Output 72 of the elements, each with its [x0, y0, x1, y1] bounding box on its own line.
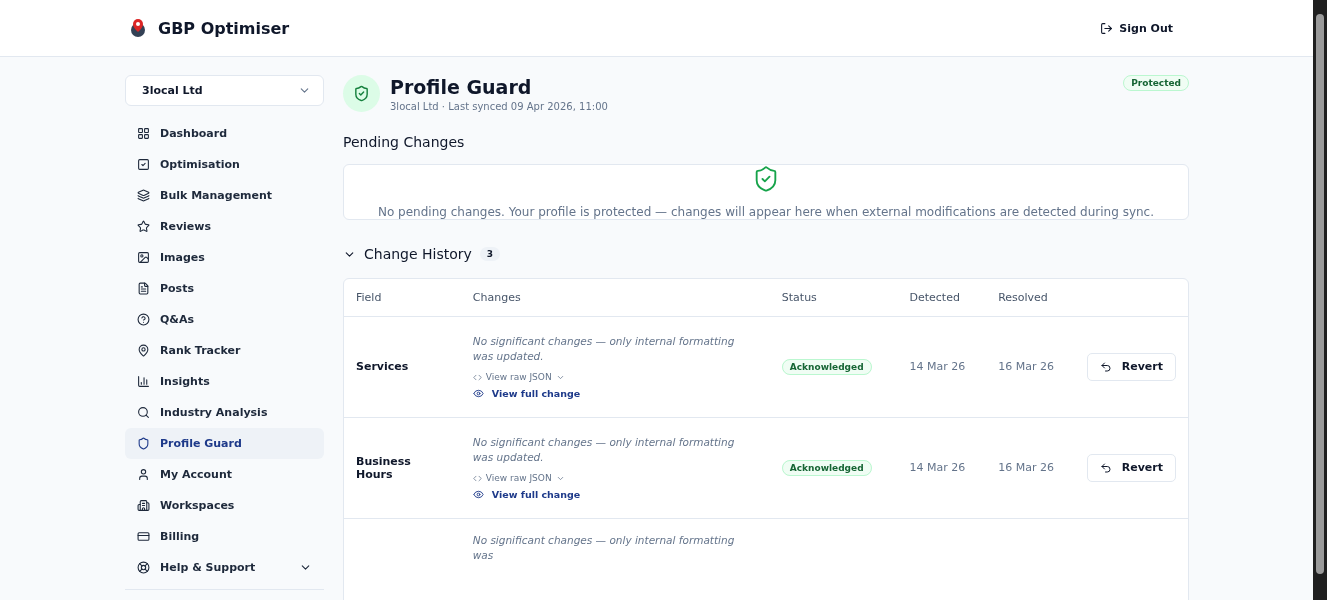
credit-card-icon	[137, 530, 150, 543]
grid-icon	[137, 127, 150, 140]
sidebar-item[interactable]: Profile Guard	[125, 428, 324, 459]
workspace-select[interactable]: 3local Ltd	[125, 75, 324, 106]
sidebar-item[interactable]: Help & Support	[125, 552, 324, 583]
code-icon	[472, 372, 482, 382]
status-badge: Protected	[1123, 75, 1189, 91]
count-badge: 3	[479, 247, 501, 261]
table-cell: 16 Mar 26	[986, 316, 1075, 417]
page-subtitle: 3local Ltd · Last synced 09 Apr 2026, 11:00	[390, 101, 609, 112]
view-raw-json-link[interactable]: View raw JSON	[472, 372, 565, 382]
page-title: Profile Guard	[390, 76, 533, 98]
sidebar-item[interactable]: Optimisation	[125, 149, 324, 180]
empty-message: No pending changes. Your profile is protected — changes will appear here when external modifications are detected during sync.	[377, 205, 1154, 219]
undo-icon	[1099, 461, 1112, 474]
help-icon	[137, 313, 150, 326]
sidebar-item[interactable]: Q&As	[125, 304, 324, 335]
eye-icon	[472, 489, 484, 500]
sidebar-item[interactable]: Rank Tracker	[125, 335, 324, 366]
checkbox-icon	[137, 158, 150, 171]
image-icon	[137, 251, 150, 264]
scrollbar[interactable]	[1313, 0, 1327, 600]
undo-icon	[1099, 360, 1112, 373]
column-header: Detected	[897, 279, 987, 316]
table-cell: 16 Mar 26	[986, 417, 1075, 518]
shield-icon	[137, 437, 150, 450]
logo-icon	[128, 18, 148, 38]
sidebar-item[interactable]: Insights	[125, 366, 324, 397]
search-icon	[137, 406, 150, 419]
lifebuoy-icon	[137, 561, 150, 574]
sidebar-item[interactable]: Images	[125, 242, 324, 273]
sidebar-item[interactable]: Posts	[125, 273, 324, 304]
change-summary: No significant changes — only internal formatting was updated.	[472, 334, 736, 364]
sidebar-item[interactable]: Industry Analysis	[125, 397, 324, 428]
revert-button[interactable]: Revert	[1086, 352, 1176, 381]
view-raw-json-link[interactable]: View raw JSON	[472, 473, 565, 483]
change-summary: No significant changes — only internal formatting was	[472, 532, 736, 563]
column-header: Changes	[460, 279, 770, 316]
change-summary: No significant changes — only internal formatting was updated.	[472, 435, 736, 465]
sidebar-item[interactable]: My Account	[125, 459, 324, 490]
sidebar-item[interactable]: Dashboard	[125, 118, 324, 149]
app-name: GBP Optimiser	[158, 18, 290, 38]
table-cell: Business Hours	[344, 417, 461, 518]
shield-check-icon	[343, 75, 380, 112]
table-cell: Services	[344, 316, 461, 417]
sidebar-item[interactable]: Bulk Management	[125, 180, 324, 211]
section-heading: Pending Changes	[343, 134, 466, 150]
revert-button[interactable]: Revert	[1086, 453, 1176, 482]
table-cell: 14 Mar 26	[897, 417, 987, 518]
table-cell: 14 Mar 26	[897, 316, 987, 417]
sidebar-item[interactable]: Workspaces	[125, 490, 324, 521]
status-badge: Acknowledged	[781, 460, 872, 476]
star-icon	[137, 220, 150, 233]
sidebar-item[interactable]: Billing	[125, 521, 324, 552]
bar-chart-icon	[137, 375, 150, 388]
sign-out-button[interactable]: Sign Out	[1096, 17, 1177, 39]
layers-icon	[137, 189, 150, 202]
history-toggle[interactable]: Change History	[343, 246, 472, 262]
sign-out-icon	[1100, 21, 1114, 35]
building-icon	[137, 499, 150, 512]
code-icon	[472, 473, 482, 483]
view-full-change-link[interactable]: View full change	[472, 388, 581, 399]
column-header: Field	[344, 279, 461, 316]
column-header: Status	[769, 279, 898, 316]
map-pin-icon	[137, 344, 150, 357]
document-icon	[137, 282, 150, 295]
column-header: Resolved	[986, 279, 1075, 316]
view-full-change-link[interactable]: View full change	[472, 489, 581, 500]
user-icon	[137, 468, 150, 481]
sidebar-item[interactable]: Reviews	[125, 211, 324, 242]
eye-icon	[472, 388, 484, 399]
status-badge: Acknowledged	[781, 359, 872, 375]
